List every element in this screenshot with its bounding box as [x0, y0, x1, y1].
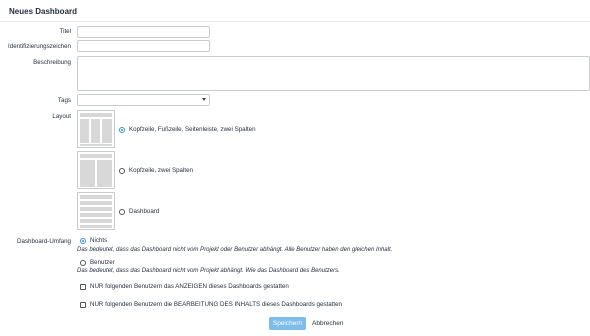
save-button[interactable]: Speichern: [269, 317, 306, 330]
scope-label: Dashboard-Umfang: [17, 238, 71, 245]
tags-label: Tags: [57, 97, 71, 104]
layout-thumbnail-header-footer-sidebar[interactable]: [77, 110, 115, 148]
permission-edit-checkbox[interactable]: [80, 302, 86, 308]
layout-label: Layout: [52, 113, 71, 120]
description-textarea[interactable]: [77, 56, 590, 91]
layout-option-label-1: Kopfzeile, Fußzeile, Seitenleiste, zwei …: [129, 126, 256, 133]
title-label: Titel: [59, 28, 71, 35]
identifier-input[interactable]: [77, 40, 210, 52]
layout-radio-1[interactable]: [119, 127, 125, 133]
scope-option-label-nichts: Nichts: [90, 237, 108, 244]
title-divider: [0, 21, 590, 22]
dialog-title: Neues Dashboard: [9, 7, 78, 16]
permission-edit-label: NUR folgenden Benutzern die BEARBEITUNG …: [90, 301, 342, 308]
permission-view-checkbox[interactable]: [80, 284, 86, 290]
layout-option-label-3: Dashboard: [129, 208, 160, 215]
layout-radio-3[interactable]: [119, 209, 125, 215]
description-label: Beschreibung: [33, 59, 71, 66]
scope-radio-nichts[interactable]: [80, 238, 86, 244]
identifier-label: Identifizierungszeichen: [8, 43, 71, 50]
layout-option-label-2: Kopfzeile, zwei Spalten: [129, 167, 193, 174]
chevron-down-icon: [202, 98, 206, 101]
scope-radio-benutzer[interactable]: [80, 260, 86, 266]
title-input[interactable]: [77, 26, 210, 38]
tags-select[interactable]: [77, 94, 210, 106]
permission-view-label: NUR folgenden Benutzern das ANZEIGEN die…: [90, 283, 289, 290]
layout-thumbnail-header-two-columns[interactable]: [77, 151, 115, 189]
scope-option-label-benutzer: Benutzer: [90, 259, 115, 266]
layout-thumbnail-dashboard[interactable]: [77, 192, 115, 230]
scope-hint-nichts: Das bedeutet, dass das Dashboard nicht v…: [77, 247, 393, 253]
layout-radio-2[interactable]: [119, 168, 125, 174]
scope-hint-benutzer: Das bedeutet, dass das Dashboard nicht v…: [77, 268, 340, 274]
cancel-button[interactable]: Abbrechen: [312, 317, 343, 330]
